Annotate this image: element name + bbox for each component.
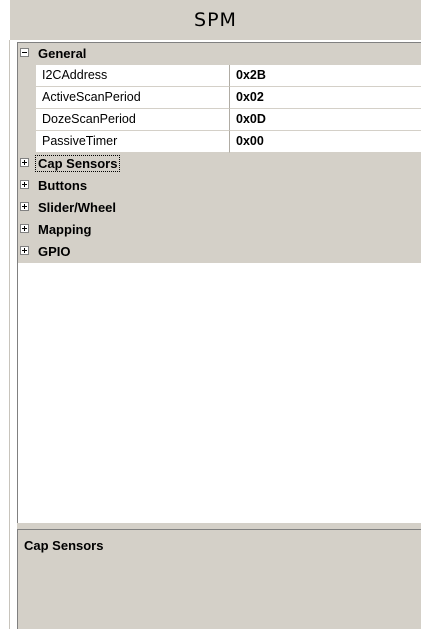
row-gutter xyxy=(18,65,36,87)
property-row-activescanperiod[interactable]: ActiveScanPeriod 0x02 xyxy=(18,87,421,109)
property-value[interactable]: 0x2B xyxy=(230,65,421,87)
category-gpio[interactable]: GPIO xyxy=(18,241,421,263)
collapse-icon[interactable] xyxy=(20,48,29,57)
property-grid[interactable]: General I2CAddress 0x2B ActiveScanPeriod… xyxy=(17,42,421,523)
expand-icon[interactable] xyxy=(20,180,29,189)
expand-icon[interactable] xyxy=(20,202,29,211)
category-mapping[interactable]: Mapping xyxy=(18,219,421,241)
left-divider xyxy=(9,40,10,629)
window-title: SPM xyxy=(10,0,421,40)
category-buttons[interactable]: Buttons xyxy=(18,175,421,197)
property-name: PassiveTimer xyxy=(36,131,230,153)
category-label: Mapping xyxy=(38,222,92,237)
category-label: Slider/Wheel xyxy=(38,200,117,215)
property-value[interactable]: 0x02 xyxy=(230,87,421,109)
category-label: General xyxy=(38,46,87,61)
property-row-passivetimer[interactable]: PassiveTimer 0x00 xyxy=(18,131,421,153)
row-gutter xyxy=(18,87,36,109)
category-label: Buttons xyxy=(38,178,88,193)
property-row-dozescanperiod[interactable]: DozeScanPeriod 0x0D xyxy=(18,109,421,131)
expand-icon[interactable] xyxy=(20,224,29,233)
category-label: Cap Sensors xyxy=(34,155,121,172)
property-row-i2caddress[interactable]: I2CAddress 0x2B xyxy=(18,65,421,87)
description-pane: Cap Sensors xyxy=(17,529,421,629)
property-name: DozeScanPeriod xyxy=(36,109,230,131)
description-title: Cap Sensors xyxy=(24,538,104,553)
property-name: ActiveScanPeriod xyxy=(36,87,230,109)
expand-icon[interactable] xyxy=(20,246,29,255)
category-label: GPIO xyxy=(38,244,71,259)
spm-window: SPM General I2CAddress 0x2B ActiveScanPe… xyxy=(0,0,421,629)
category-cap-sensors[interactable]: Cap Sensors xyxy=(18,153,421,175)
row-gutter xyxy=(18,131,36,153)
property-value[interactable]: 0x0D xyxy=(230,109,421,131)
row-gutter xyxy=(18,109,36,131)
category-general[interactable]: General xyxy=(18,43,421,65)
property-name: I2CAddress xyxy=(36,65,230,87)
category-slider-wheel[interactable]: Slider/Wheel xyxy=(18,197,421,219)
property-value[interactable]: 0x00 xyxy=(230,131,421,153)
expand-icon[interactable] xyxy=(20,158,29,167)
